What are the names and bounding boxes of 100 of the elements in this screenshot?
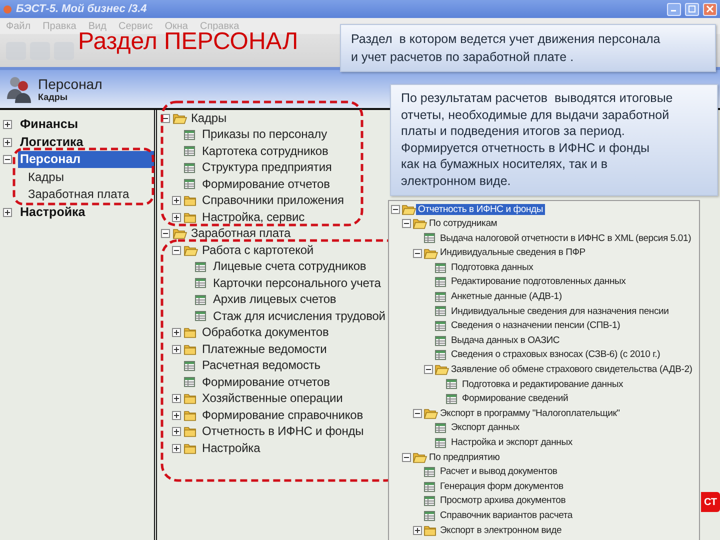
tree-item[interactable]: Выдача данных в ОАЗИС <box>449 334 562 346</box>
tree-item[interactable]: Формирование сведений <box>460 393 570 405</box>
close-button[interactable] <box>703 2 717 16</box>
folder-icon <box>184 212 198 223</box>
tree-item[interactable]: Настройка и экспорт данных <box>449 437 574 449</box>
tree-item[interactable]: По сотрудникам <box>427 218 500 230</box>
expand-icon[interactable] <box>172 427 181 436</box>
close-icon <box>706 5 714 13</box>
collapse-icon[interactable] <box>413 409 422 418</box>
collapse-icon[interactable] <box>161 229 170 238</box>
tree-item[interactable]: Расчет и вывод документов <box>438 466 560 478</box>
expand-icon[interactable] <box>172 196 181 206</box>
expand-icon[interactable] <box>172 212 181 222</box>
folder-icon <box>424 248 438 259</box>
expand-icon[interactable] <box>172 444 181 453</box>
tree-item[interactable]: Анкетные данные (АДВ-1) <box>449 291 564 303</box>
expand-icon[interactable] <box>172 344 181 354</box>
tree-item[interactable]: Платежные ведомости <box>200 342 329 356</box>
folder-icon <box>173 228 187 240</box>
tree-item[interactable]: Лицевые счета сотрудников <box>211 260 368 274</box>
tree-item[interactable]: Справочники приложения <box>200 194 346 208</box>
tree-item[interactable]: Экспорт в электронном виде <box>438 524 564 536</box>
table-icon <box>424 496 435 506</box>
expand-icon[interactable] <box>172 328 181 338</box>
tree-item[interactable]: Обработка документов <box>200 326 331 340</box>
tree-item[interactable]: Хозяйственные операции <box>200 392 345 406</box>
table-icon <box>435 321 446 332</box>
expand-icon[interactable] <box>3 138 12 147</box>
tree-item[interactable]: Просмотр архива документов <box>438 495 568 507</box>
app-icon <box>3 4 12 14</box>
collapse-icon[interactable] <box>402 452 411 462</box>
tree-item[interactable]: Сведения о страховых взносах (СЗВ-6) (с 2010 г.) <box>449 349 662 362</box>
table-icon <box>184 377 195 388</box>
nav-item[interactable]: Финансы <box>18 116 154 134</box>
table-icon <box>424 466 435 477</box>
collapse-icon[interactable] <box>3 155 12 164</box>
folder-icon <box>184 244 198 256</box>
tree-item[interactable]: Подготовка данных <box>449 262 536 274</box>
tree-item[interactable]: Редактирование подготовленных данных <box>449 276 628 288</box>
tree-item[interactable]: Формирование отчетов <box>200 376 332 389</box>
tree-item[interactable]: Архив лицевых счетов <box>211 293 338 306</box>
folder-icon <box>435 364 449 376</box>
expand-icon[interactable] <box>172 410 181 420</box>
collapse-icon[interactable] <box>413 248 422 258</box>
folder-icon <box>184 442 198 454</box>
collapse-icon[interactable] <box>402 219 411 228</box>
table-icon <box>195 278 206 288</box>
folder-icon <box>184 344 198 355</box>
tree-item[interactable]: Структура предприятия <box>200 161 334 174</box>
nav-subitem[interactable]: Заработная плата <box>26 186 132 204</box>
maximize-button[interactable] <box>685 2 699 16</box>
tree-item[interactable]: Сведения о назначении пенсии (СПВ-1) <box>449 320 622 332</box>
expand-icon[interactable] <box>413 526 422 535</box>
table-icon <box>184 146 195 156</box>
tree-item[interactable]: Формирование отчетов <box>200 178 332 191</box>
nav-item[interactable]: Логистика <box>18 134 154 151</box>
tree-item[interactable]: Подготовка и редактирование данных <box>460 378 626 390</box>
tree-item[interactable]: Формирование справочников <box>200 408 366 422</box>
tree-item[interactable]: Кадры <box>189 112 228 125</box>
action-button[interactable]: СТ <box>701 492 720 512</box>
tree-item[interactable]: Стаж для исчисления трудовой <box>211 310 388 323</box>
table-icon <box>435 438 446 448</box>
tree-item[interactable]: По предприятию <box>427 452 502 464</box>
expand-icon[interactable] <box>3 208 12 217</box>
table-icon <box>184 162 195 173</box>
nav-item[interactable]: Персонал <box>18 151 154 168</box>
expand-icon[interactable] <box>3 120 12 130</box>
table-icon <box>424 510 435 521</box>
tree-item[interactable]: Отчетность в ИФНС и фонды <box>416 204 545 216</box>
minimize-button[interactable] <box>667 2 681 16</box>
tree-item[interactable]: Индивидуальные сведения в ПФР <box>438 247 588 259</box>
tree-item[interactable]: Карточки персонального учета <box>211 276 383 290</box>
tree-item[interactable]: Экспорт в программу "Налогоплательщик" <box>438 408 622 420</box>
nav-item[interactable]: Настройка <box>18 204 154 221</box>
tree-item[interactable]: Работа с картотекой <box>200 244 316 257</box>
tree-item[interactable]: Настройка <box>200 442 262 455</box>
collapse-icon[interactable] <box>172 246 181 255</box>
tree-item[interactable]: Индивидуальные сведения для назначения пенсии <box>449 306 671 318</box>
tree-item[interactable]: Отчетность в ИФНС и фонды <box>200 425 366 438</box>
maximize-icon <box>688 5 696 13</box>
tree-item[interactable]: Экспорт данных <box>449 422 522 434</box>
tree-item[interactable]: Приказы по персоналу <box>200 128 329 142</box>
table-icon <box>195 294 206 305</box>
callout-text: Раздел в котором ведется учет движения персонала и учет расчетов по заработной плате . <box>351 31 662 66</box>
nav-subitem[interactable]: Кадры <box>26 168 66 186</box>
collapse-icon[interactable] <box>424 365 433 374</box>
tree-item[interactable]: Заявление об обмене страхового свидетельства (АДВ-2) <box>449 364 694 376</box>
tree-item[interactable]: Расчетная ведомость <box>200 359 322 372</box>
collapse-icon[interactable] <box>391 204 400 214</box>
tree-item[interactable]: Картотека сотрудников <box>200 144 330 158</box>
tree-item[interactable]: Настройка, сервис <box>200 210 306 224</box>
expand-icon[interactable] <box>172 394 181 404</box>
folder-icon <box>424 408 438 420</box>
tree-item[interactable]: Генерация форм документов <box>438 480 566 492</box>
table-icon <box>435 423 446 434</box>
tree-item[interactable]: Заработная плата <box>189 227 293 240</box>
tree-item[interactable]: Выдача налоговой отчетности в ИФНС в XML (версия 5.01) <box>438 232 694 244</box>
users-icon <box>6 75 32 103</box>
tree-item[interactable]: Справочник вариантов расчета <box>438 510 574 522</box>
table-icon <box>184 179 195 190</box>
